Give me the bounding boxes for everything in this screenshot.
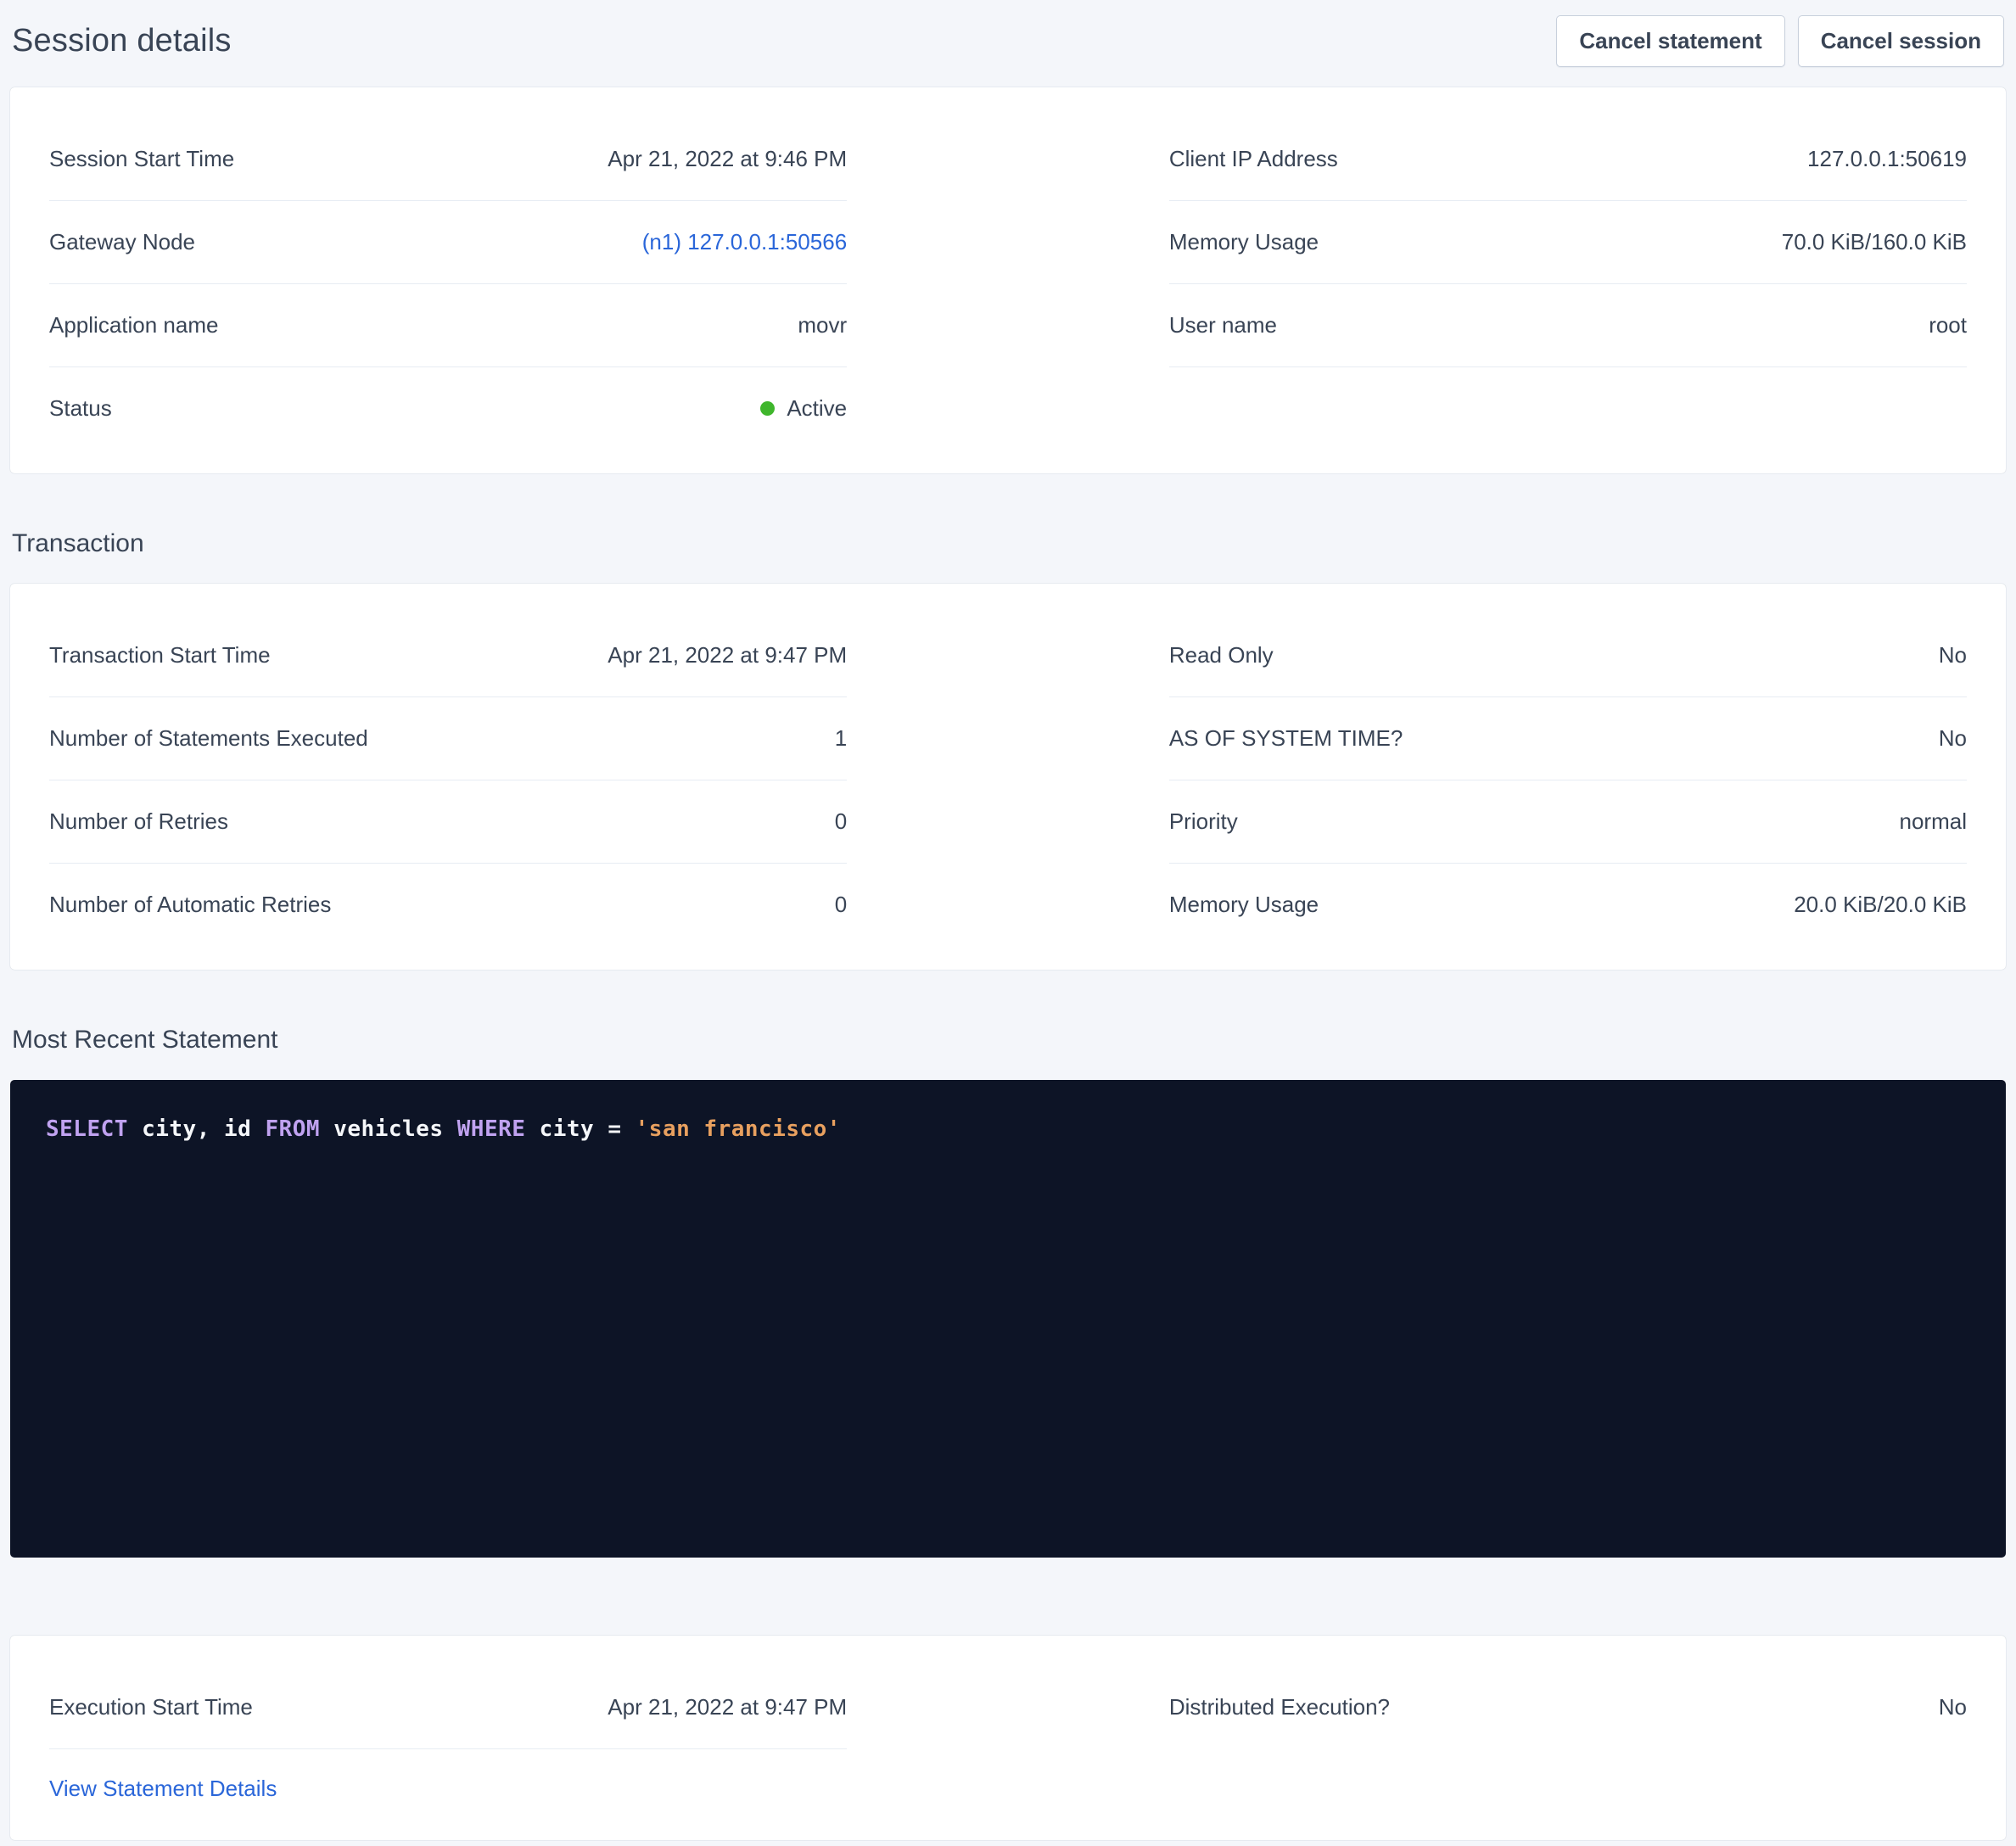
distributed-execution-row: Distributed Execution? No bbox=[1169, 1666, 1967, 1748]
transaction-memory-usage-row: Memory Usage 20.0 KiB/20.0 KiB bbox=[1169, 864, 1967, 946]
sql-string-literal: 'san francisco' bbox=[636, 1116, 841, 1142]
execution-start-time-row: Execution Start Time Apr 21, 2022 at 9:4… bbox=[49, 1666, 847, 1749]
row-label: Session Start Time bbox=[49, 145, 234, 173]
session-start-time-row: Session Start Time Apr 21, 2022 at 9:46 … bbox=[49, 118, 847, 201]
sql-text: city, id bbox=[128, 1116, 266, 1142]
transaction-left-column: Transaction Start Time Apr 21, 2022 at 9… bbox=[49, 614, 847, 946]
session-details-page: Session details Cancel statement Cancel … bbox=[0, 0, 2016, 1840]
application-name-row: Application name movr bbox=[49, 284, 847, 367]
row-label: Memory Usage bbox=[1169, 228, 1319, 256]
header-actions: Cancel statement Cancel session bbox=[1543, 15, 2004, 67]
status-row: Status Active bbox=[49, 367, 847, 450]
user-name-row: User name root bbox=[1169, 284, 1967, 367]
transaction-right-column: Read Only No AS OF SYSTEM TIME? No Prior… bbox=[1169, 614, 1967, 946]
row-label: Application name bbox=[49, 311, 218, 339]
session-summary-card: Session Start Time Apr 21, 2022 at 9:46 … bbox=[10, 87, 2006, 473]
row-value: 70.0 KiB/160.0 KiB bbox=[1782, 228, 1967, 256]
row-label: Number of Automatic Retries bbox=[49, 891, 331, 919]
row-label: Client IP Address bbox=[1169, 145, 1338, 173]
row-value: normal bbox=[1900, 808, 1967, 836]
gateway-node-link[interactable]: (n1) 127.0.0.1:50566 bbox=[642, 228, 847, 256]
row-value: No bbox=[1939, 724, 1967, 752]
sql-keyword: SELECT bbox=[46, 1116, 128, 1142]
row-label: Transaction Start Time bbox=[49, 641, 271, 669]
row-value: 20.0 KiB/20.0 KiB bbox=[1794, 891, 1967, 919]
row-label: Number of Retries bbox=[49, 808, 228, 836]
view-statement-details-row: View Statement Details bbox=[49, 1749, 847, 1806]
sql-text: city = bbox=[525, 1116, 635, 1142]
row-value: 0 bbox=[835, 891, 847, 919]
row-label: Number of Statements Executed bbox=[49, 724, 368, 752]
sql-keyword: FROM bbox=[265, 1116, 320, 1142]
cancel-session-button[interactable]: Cancel session bbox=[1798, 15, 2004, 67]
session-card-right-column: Client IP Address 127.0.0.1:50619 Memory… bbox=[1169, 118, 1967, 450]
row-label: AS OF SYSTEM TIME? bbox=[1169, 724, 1403, 752]
sql-statement-box: SELECT city, id FROM vehicles WHERE city… bbox=[10, 1080, 2006, 1558]
gateway-node-row: Gateway Node (n1) 127.0.0.1:50566 bbox=[49, 201, 847, 284]
sql-statement: SELECT city, id FROM vehicles WHERE city… bbox=[46, 1114, 1970, 1144]
automatic-retries-row: Number of Automatic Retries 0 bbox=[49, 864, 847, 946]
transaction-heading: Transaction bbox=[12, 529, 2004, 558]
sql-keyword: WHERE bbox=[457, 1116, 526, 1142]
session-card-columns: Session Start Time Apr 21, 2022 at 9:46 … bbox=[49, 118, 1967, 450]
view-statement-details-link[interactable]: View Statement Details bbox=[49, 1776, 277, 1801]
row-value: No bbox=[1939, 1693, 1967, 1721]
row-value: movr bbox=[798, 311, 847, 339]
cancel-statement-button[interactable]: Cancel statement bbox=[1556, 15, 1784, 67]
row-label: Status bbox=[49, 394, 112, 422]
statements-executed-row: Number of Statements Executed 1 bbox=[49, 697, 847, 780]
row-label: Execution Start Time bbox=[49, 1693, 253, 1721]
session-card-left-column: Session Start Time Apr 21, 2022 at 9:46 … bbox=[49, 118, 847, 450]
number-of-retries-row: Number of Retries 0 bbox=[49, 780, 847, 864]
execution-right-column: Distributed Execution? No bbox=[1169, 1666, 1967, 1806]
priority-row: Priority normal bbox=[1169, 780, 1967, 864]
row-value: 1 bbox=[835, 724, 847, 752]
page-title: Session details bbox=[12, 23, 232, 59]
transaction-card: Transaction Start Time Apr 21, 2022 at 9… bbox=[10, 584, 2006, 970]
execution-card-columns: Execution Start Time Apr 21, 2022 at 9:4… bbox=[49, 1666, 1967, 1806]
read-only-row: Read Only No bbox=[1169, 614, 1967, 697]
sql-text: vehicles bbox=[320, 1116, 457, 1142]
row-value: Apr 21, 2022 at 9:47 PM bbox=[608, 641, 847, 669]
page-header: Session details Cancel statement Cancel … bbox=[10, 0, 2006, 87]
status-text: Active bbox=[787, 394, 847, 422]
row-label: Priority bbox=[1169, 808, 1238, 836]
row-value: 0 bbox=[835, 808, 847, 836]
row-label: Read Only bbox=[1169, 641, 1274, 669]
memory-usage-row: Memory Usage 70.0 KiB/160.0 KiB bbox=[1169, 201, 1967, 284]
row-label: Gateway Node bbox=[49, 228, 195, 256]
transaction-card-columns: Transaction Start Time Apr 21, 2022 at 9… bbox=[49, 614, 1967, 946]
row-value: root bbox=[1929, 311, 1967, 339]
status-value: Active bbox=[760, 394, 847, 422]
execution-left-column: Execution Start Time Apr 21, 2022 at 9:4… bbox=[49, 1666, 847, 1806]
row-value: Apr 21, 2022 at 9:46 PM bbox=[608, 145, 847, 173]
row-value: Apr 21, 2022 at 9:47 PM bbox=[608, 1693, 847, 1721]
transaction-start-time-row: Transaction Start Time Apr 21, 2022 at 9… bbox=[49, 614, 847, 697]
client-ip-row: Client IP Address 127.0.0.1:50619 bbox=[1169, 118, 1967, 201]
row-value: No bbox=[1939, 641, 1967, 669]
row-value: 127.0.0.1:50619 bbox=[1807, 145, 1967, 173]
most-recent-statement-heading: Most Recent Statement bbox=[12, 1026, 2004, 1054]
row-label: Distributed Execution? bbox=[1169, 1693, 1390, 1721]
status-active-dot bbox=[760, 401, 775, 416]
row-label: User name bbox=[1169, 311, 1277, 339]
execution-card: Execution Start Time Apr 21, 2022 at 9:4… bbox=[10, 1636, 2006, 1840]
row-label: Memory Usage bbox=[1169, 891, 1319, 919]
as-of-system-time-row: AS OF SYSTEM TIME? No bbox=[1169, 697, 1967, 780]
